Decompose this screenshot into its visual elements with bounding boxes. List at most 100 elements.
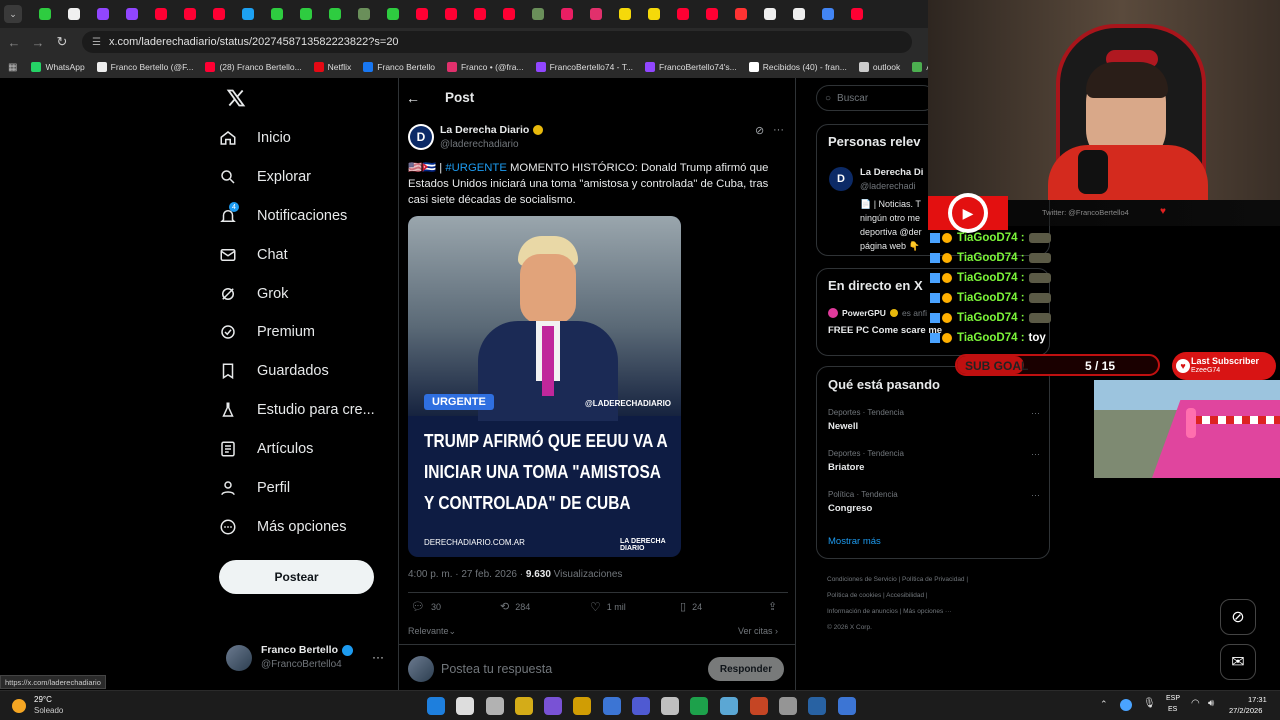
spotify-icon[interactable] bbox=[690, 697, 708, 715]
bookmark-action[interactable]: ▯ 24 bbox=[680, 600, 702, 613]
windows-start-icon[interactable] bbox=[427, 697, 445, 715]
browser-tab[interactable] bbox=[465, 0, 494, 28]
show-more-link[interactable]: Mostrar más bbox=[828, 536, 881, 547]
app-icon[interactable] bbox=[661, 697, 679, 715]
browser-tab[interactable] bbox=[88, 0, 117, 28]
sidebar-item-grok[interactable]: Grok bbox=[219, 279, 288, 309]
tray-chevron-icon[interactable]: ⌃ bbox=[1100, 699, 1108, 710]
repost-action[interactable]: ⟲ 284 bbox=[500, 600, 530, 613]
app-icon[interactable] bbox=[750, 697, 768, 715]
tray-wifi-icon[interactable]: ◠ bbox=[1191, 698, 1200, 709]
post-image[interactable]: URGENTE @LADERECHADIARIO TRUMP AFIRMÓ QU… bbox=[408, 216, 681, 557]
sidebar-item-estudio-para-cre[interactable]: Estudio para cre... bbox=[219, 395, 375, 425]
clock-time[interactable]: 17:31 bbox=[1248, 695, 1267, 704]
site-settings-icon[interactable]: ☰ bbox=[92, 37, 101, 48]
app-icon[interactable] bbox=[544, 697, 562, 715]
browser-tab[interactable] bbox=[204, 0, 233, 28]
browser-tab[interactable] bbox=[639, 0, 668, 28]
steam-icon[interactable] bbox=[720, 697, 738, 715]
live-text[interactable]: FREE PC Come scare me bbox=[828, 325, 942, 336]
trend-more-icon[interactable]: ··· bbox=[1031, 490, 1040, 500]
sidebar-item-explorar[interactable]: Explorar bbox=[219, 162, 311, 192]
sidebar-item-notificaciones[interactable]: 4 Notificaciones bbox=[219, 201, 347, 231]
address-bar[interactable]: ☰ x.com/laderechadiario/status/202745871… bbox=[82, 31, 912, 53]
trend-item[interactable]: Política · Tendencia Congreso ··· bbox=[828, 490, 1040, 514]
relevant-avatar[interactable]: D bbox=[829, 167, 853, 191]
browser-tab[interactable] bbox=[697, 0, 726, 28]
browser-tab[interactable] bbox=[813, 0, 842, 28]
reload-icon[interactable]: ↻ bbox=[50, 30, 74, 54]
trend-item[interactable]: Deportes · Tendencia Briatore ··· bbox=[828, 449, 1040, 473]
browser-tab[interactable] bbox=[291, 0, 320, 28]
footer-cookies[interactable]: Política de cookies bbox=[827, 592, 881, 599]
tray-volume-icon[interactable]: 🔊︎ bbox=[1208, 698, 1214, 709]
trend-more-icon[interactable]: ··· bbox=[1031, 408, 1040, 418]
task-view-icon[interactable] bbox=[486, 697, 504, 715]
sidebar-item-premium[interactable]: Premium bbox=[219, 317, 315, 347]
taskbar-search-icon[interactable] bbox=[456, 697, 474, 715]
bookmark-item[interactable]: Franco Bertello bbox=[363, 62, 435, 72]
footer-more[interactable]: Más opciones ··· bbox=[903, 608, 951, 615]
share-icon[interactable]: ⇪ bbox=[768, 600, 777, 613]
sidebar-item-perfil[interactable]: Perfil bbox=[219, 473, 290, 503]
bookmark-item[interactable]: Franco Bertello (@F... bbox=[96, 62, 193, 72]
browser-tab[interactable] bbox=[262, 0, 291, 28]
browser-tab[interactable] bbox=[233, 0, 262, 28]
bookmark-item[interactable]: FrancoBertello74 - T... bbox=[535, 62, 633, 72]
post-button[interactable]: Postear bbox=[219, 560, 374, 594]
author-name[interactable]: La Derecha Diario bbox=[440, 124, 529, 136]
hashtag-link[interactable]: #URGENTE bbox=[445, 162, 507, 174]
browser-tab[interactable] bbox=[407, 0, 436, 28]
forward-icon[interactable]: → bbox=[26, 30, 50, 54]
sort-dropdown[interactable]: Relevante⌄ bbox=[408, 626, 456, 637]
sidebar-item-artículos[interactable]: Artículos bbox=[219, 434, 313, 464]
chrome-icon[interactable] bbox=[603, 697, 621, 715]
store-icon[interactable] bbox=[515, 697, 533, 715]
discord-icon[interactable] bbox=[632, 697, 650, 715]
apps-grid-icon[interactable]: ▦ bbox=[8, 62, 17, 73]
file-explorer-icon[interactable] bbox=[573, 697, 591, 715]
browser-tab[interactable] bbox=[117, 0, 146, 28]
post-timestamp[interactable]: 4:00 p. m. · 27 feb. 2026 · bbox=[408, 569, 526, 580]
browser-tab[interactable] bbox=[146, 0, 175, 28]
sidebar-item-chat[interactable]: Chat bbox=[219, 240, 288, 270]
browser-tab[interactable] bbox=[755, 0, 784, 28]
author-handle[interactable]: @laderechadiario bbox=[440, 139, 519, 150]
lang-2[interactable]: ES bbox=[1168, 706, 1177, 713]
relevant-name[interactable]: La Derecha Di bbox=[860, 167, 923, 178]
browser-tab[interactable] bbox=[668, 0, 697, 28]
author-avatar[interactable]: D bbox=[408, 124, 434, 150]
back-icon[interactable]: ← bbox=[2, 30, 26, 54]
browser-tab[interactable] bbox=[610, 0, 639, 28]
browser-tab[interactable] bbox=[581, 0, 610, 28]
bookmark-item[interactable]: Recibidos (40) - fran... bbox=[748, 62, 847, 72]
browser-tab[interactable] bbox=[552, 0, 581, 28]
sidebar-item-más-opciones[interactable]: Más opciones bbox=[219, 512, 346, 542]
back-arrow-icon[interactable]: ← bbox=[406, 90, 420, 106]
live-user[interactable]: PowerGPU bbox=[842, 308, 886, 318]
account-switcher[interactable]: Franco Bertello @FrancoBertello4 ··· bbox=[226, 642, 386, 676]
bookmark-item[interactable]: outlook bbox=[858, 62, 900, 72]
trend-more-icon[interactable]: ··· bbox=[1031, 449, 1040, 459]
bookmark-item[interactable]: Netflix bbox=[313, 62, 351, 72]
messages-float-icon[interactable]: ✉ bbox=[1220, 644, 1256, 680]
browser-tab[interactable] bbox=[349, 0, 378, 28]
bookmark-item[interactable]: Aler bbox=[912, 62, 928, 72]
browser-tab[interactable] bbox=[494, 0, 523, 28]
bookmark-item[interactable]: WhatsApp bbox=[31, 62, 85, 72]
browser-tab[interactable] bbox=[30, 0, 59, 28]
tray-network-icon[interactable] bbox=[1120, 699, 1132, 711]
like-action[interactable]: ♡ 1 mil bbox=[590, 600, 626, 614]
app-icon[interactable] bbox=[779, 697, 797, 715]
browser-tab[interactable] bbox=[436, 0, 465, 28]
app-icon[interactable] bbox=[808, 697, 826, 715]
browser-tab[interactable] bbox=[842, 0, 871, 28]
trend-item[interactable]: Deportes · Tendencia Newell ··· bbox=[828, 408, 1040, 432]
chrome-icon[interactable] bbox=[838, 697, 856, 715]
browser-tab[interactable] bbox=[784, 0, 813, 28]
footer-ads[interactable]: Información de anuncios bbox=[827, 608, 898, 615]
reply-action[interactable]: 💬︎ 30 bbox=[411, 600, 441, 613]
bookmark-item[interactable]: FrancoBertello74's... bbox=[645, 62, 737, 72]
tab-search-button[interactable]: ⌄ bbox=[4, 5, 22, 23]
browser-tab[interactable] bbox=[320, 0, 349, 28]
